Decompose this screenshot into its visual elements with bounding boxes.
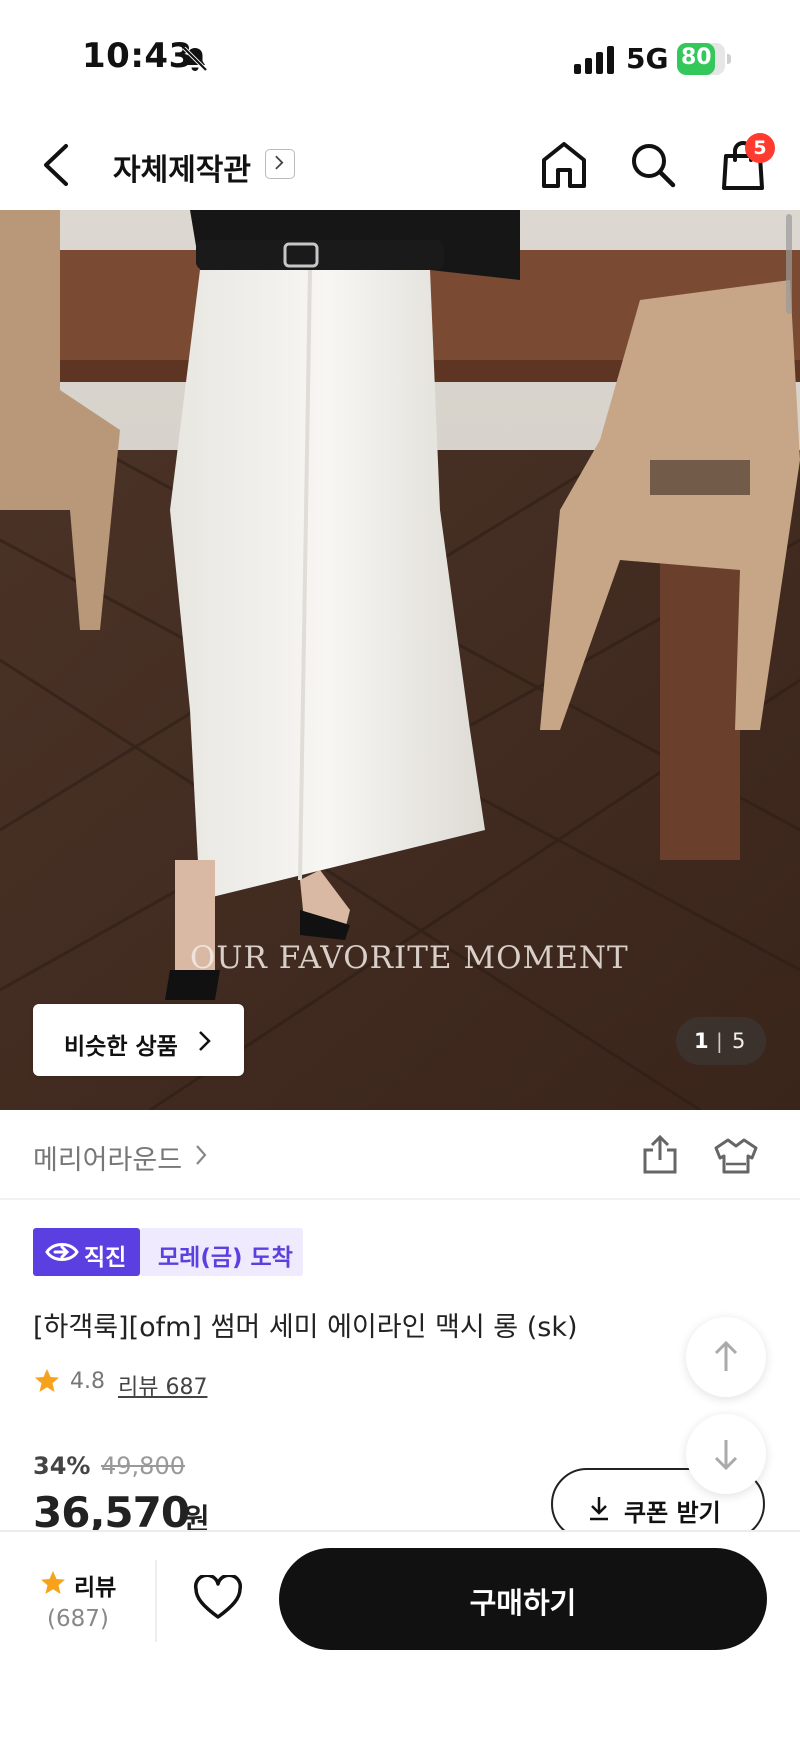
direct-delivery-label: 직진: [84, 1245, 127, 1271]
download-icon: [590, 1497, 608, 1521]
star-icon: [41, 1571, 65, 1594]
battery-level: 80: [681, 45, 712, 70]
home-icon[interactable]: [540, 140, 588, 190]
search-icon[interactable]: [628, 140, 678, 190]
bell-muted-icon: [182, 46, 208, 72]
rating-value: 4.8: [70, 1369, 105, 1394]
store-chevron-button[interactable]: [265, 149, 295, 179]
share-icon[interactable]: [640, 1134, 680, 1176]
scroll-to-bottom-button[interactable]: [686, 1414, 766, 1494]
pager-separator: |: [716, 1029, 723, 1053]
chevron-right-icon: [275, 155, 284, 170]
pager-current: 1: [694, 1029, 709, 1053]
status-time: 10:43: [82, 36, 193, 76]
arrow-up-icon: [714, 1340, 738, 1371]
bottom-divider: [155, 1560, 157, 1642]
scroll-indicator: [786, 214, 792, 314]
scroll-to-top-button[interactable]: [686, 1317, 766, 1397]
cart-count-badge: 5: [745, 133, 775, 163]
cellular-signal-icon: [574, 46, 614, 74]
arrow-down-icon: [714, 1440, 738, 1471]
bottom-review-label[interactable]: 리뷰: [74, 1568, 116, 1602]
similar-products-label: 비슷한 상품: [64, 1034, 178, 1060]
bottom-review-count[interactable]: (687): [47, 1606, 109, 1632]
direct-delivery-icon: [45, 1243, 79, 1261]
arrival-label: 모레(금) 도착: [158, 1245, 293, 1271]
image-overlay-text: OUR FAVORITE MOMENT: [190, 940, 629, 976]
section-divider: [0, 1198, 800, 1200]
buy-button-label: 구매하기: [469, 1586, 577, 1620]
star-icon: [35, 1369, 59, 1392]
battery-indicator: 80: [677, 43, 733, 75]
chevron-right-icon: [199, 1031, 211, 1051]
product-title: [하객룩][ofm] 썸머 세미 에이라인 맥시 롱 (sk): [33, 1312, 578, 1343]
heart-icon[interactable]: [193, 1575, 243, 1621]
back-arrow-icon[interactable]: [38, 142, 78, 188]
original-price: 49,800: [101, 1452, 185, 1480]
discount-rate: 34%: [33, 1452, 91, 1480]
chevron-right-icon: [196, 1145, 207, 1165]
brand-link[interactable]: 메리어라운드: [33, 1138, 182, 1177]
review-count-link[interactable]: 리뷰 687: [118, 1369, 207, 1401]
pager-total: 5: [732, 1029, 746, 1053]
store-title[interactable]: 자체제작관: [113, 145, 251, 189]
network-type: 5G: [626, 42, 669, 75]
coupon-label: 쿠폰 받기: [624, 1499, 721, 1527]
virtual-fitting-icon[interactable]: [712, 1136, 760, 1176]
